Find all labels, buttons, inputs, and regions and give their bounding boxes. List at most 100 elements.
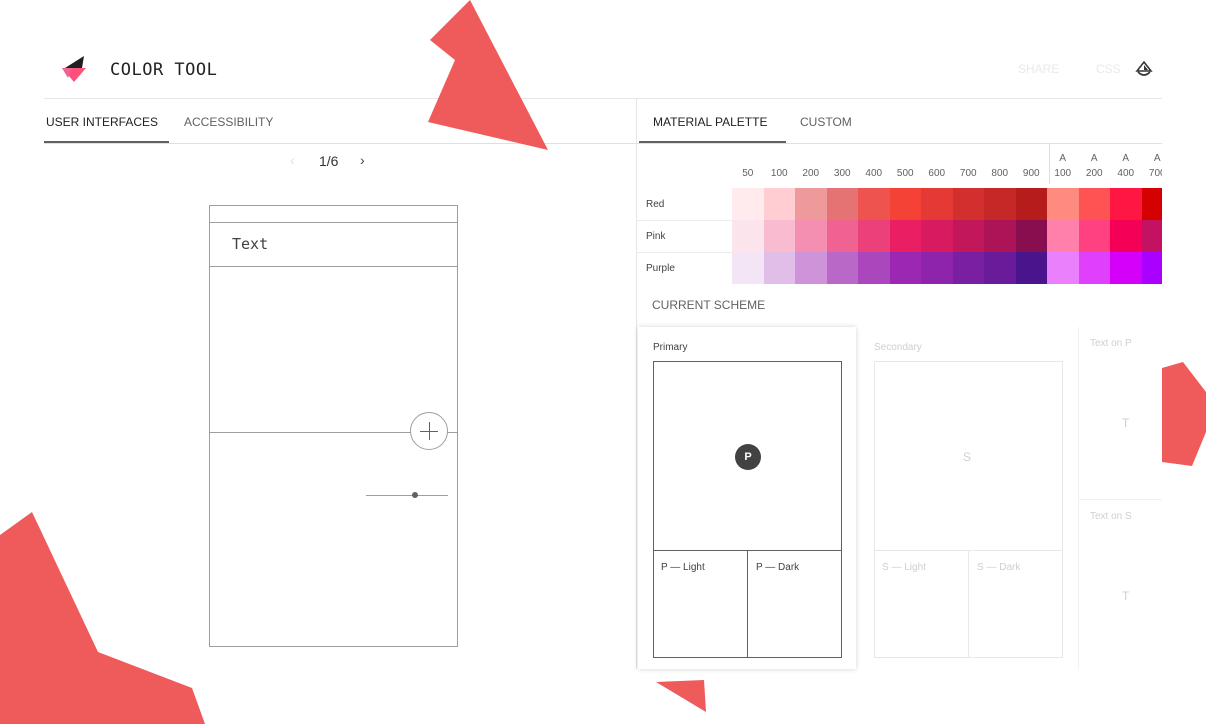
shade-header: 400 — [865, 168, 883, 179]
color-swatch[interactable] — [795, 252, 827, 284]
palette-swatch-row — [732, 252, 1162, 284]
color-swatch[interactable] — [952, 188, 984, 220]
preview-app-bar: Text — [210, 222, 457, 267]
color-swatch[interactable] — [826, 220, 858, 252]
color-swatch[interactable] — [1047, 252, 1079, 284]
slider-track — [366, 495, 448, 496]
css-button[interactable]: CSS — [1096, 62, 1121, 76]
color-swatch[interactable] — [921, 188, 953, 220]
color-swatch[interactable] — [1110, 188, 1142, 220]
accent-header-prefix: A — [1059, 153, 1067, 164]
accent-header: 200 — [1085, 168, 1103, 179]
color-swatch[interactable] — [952, 252, 984, 284]
app-header: COLOR TOOL SHARE CSS — [44, 40, 1162, 99]
right-tab-bar: MATERIAL PALETTE CUSTOM — [637, 99, 1162, 144]
shade-header: 600 — [928, 168, 946, 179]
accent-header-prefix: A — [1153, 153, 1161, 164]
color-swatch[interactable] — [889, 252, 921, 284]
secondary-badge: S — [963, 450, 972, 464]
color-swatch[interactable] — [889, 220, 921, 252]
preview-slider[interactable] — [366, 491, 448, 501]
material-palette-grid: 50 100 200 300 400 500 600 700 800 900 A 100 A 200 A 40… — [637, 144, 1162, 284]
color-swatch[interactable] — [1015, 188, 1047, 220]
color-swatch[interactable] — [732, 220, 764, 252]
shade-header: 100 — [770, 168, 788, 179]
palette-row-label: Red — [646, 199, 665, 210]
color-swatch[interactable] — [1110, 252, 1142, 284]
text-row-divider — [1078, 499, 1162, 500]
color-swatch[interactable] — [1141, 252, 1162, 284]
color-swatch[interactable] — [795, 220, 827, 252]
secondary-light-label: S — Light — [882, 562, 926, 573]
accent-header-prefix: A — [1122, 153, 1130, 164]
primary-label: Primary — [653, 342, 688, 353]
shade-header: 50 — [742, 168, 754, 179]
color-swatch[interactable] — [1141, 220, 1162, 252]
text-column-divider — [1078, 327, 1079, 669]
color-swatch[interactable] — [952, 220, 984, 252]
secondary-label: Secondary — [874, 342, 922, 353]
slider-thumb[interactable] — [412, 492, 419, 498]
color-swatch[interactable] — [858, 220, 890, 252]
color-swatch[interactable] — [732, 188, 764, 220]
left-tab-bar: USER INTERFACES ACCESSIBILITY — [44, 99, 636, 144]
color-swatch[interactable] — [1015, 252, 1047, 284]
prev-page-icon[interactable]: ‹ — [290, 152, 295, 168]
color-swatch[interactable] — [1110, 220, 1142, 252]
add-fab-icon[interactable] — [410, 412, 448, 450]
color-swatch[interactable] — [889, 188, 921, 220]
color-swatch[interactable] — [1141, 188, 1162, 220]
palette-row-label: Pink — [646, 231, 666, 242]
shade-header: 900 — [1022, 168, 1040, 179]
color-swatch[interactable] — [763, 188, 795, 220]
secondary-dark-label: S — Dark — [977, 562, 1021, 573]
palette-row-separator — [637, 252, 732, 253]
color-swatch[interactable] — [984, 220, 1016, 252]
color-swatch[interactable] — [858, 252, 890, 284]
color-swatch[interactable] — [1015, 220, 1047, 252]
color-swatch[interactable] — [984, 252, 1016, 284]
accent-header: 100 — [1054, 168, 1072, 179]
accent-header: 700 — [1148, 168, 1162, 179]
share-button[interactable]: SHARE — [1018, 62, 1059, 76]
color-swatch[interactable] — [826, 188, 858, 220]
color-swatch[interactable] — [1047, 188, 1079, 220]
preview-pager: ‹ 1/6 › — [290, 152, 390, 172]
preview-app-bar-title: Text — [232, 235, 269, 253]
accent-header-prefix: A — [1090, 153, 1098, 164]
shade-header: 200 — [802, 168, 820, 179]
color-swatch[interactable] — [732, 252, 764, 284]
color-swatch[interactable] — [826, 252, 858, 284]
tab-custom[interactable]: CUSTOM — [800, 115, 852, 129]
text-on-primary-sample: T — [1122, 416, 1130, 430]
color-swatch[interactable] — [1047, 220, 1079, 252]
next-page-icon[interactable]: › — [360, 152, 365, 168]
color-swatch[interactable] — [763, 220, 795, 252]
page-indicator: 1/6 — [319, 153, 339, 169]
shade-header: 800 — [991, 168, 1009, 179]
primary-badge: P — [735, 444, 761, 470]
color-swatch[interactable] — [921, 252, 953, 284]
theme-toggle-icon[interactable] — [1134, 59, 1154, 79]
palette-row-label: Purple — [646, 263, 675, 274]
palette-row-separator — [637, 220, 732, 221]
tab-user-interfaces[interactable]: USER INTERFACES — [46, 115, 158, 129]
tab-material-palette[interactable]: MATERIAL PALETTE — [653, 115, 767, 129]
app-title: COLOR TOOL — [110, 60, 218, 80]
active-tab-indicator — [44, 141, 169, 143]
decor-shape-bottom-left — [0, 512, 205, 724]
color-swatch[interactable] — [763, 252, 795, 284]
preview-status-bar — [210, 206, 457, 223]
color-swatch[interactable] — [1078, 252, 1110, 284]
palette-swatch-row — [732, 188, 1162, 220]
color-swatch[interactable] — [984, 188, 1016, 220]
current-scheme-heading: CURRENT SCHEME — [652, 298, 766, 312]
color-swatch[interactable] — [795, 188, 827, 220]
color-swatch[interactable] — [1078, 188, 1110, 220]
color-swatch[interactable] — [858, 188, 890, 220]
accent-header: 400 — [1117, 168, 1135, 179]
shade-header: 500 — [896, 168, 914, 179]
color-swatch[interactable] — [921, 220, 953, 252]
tab-accessibility[interactable]: ACCESSIBILITY — [184, 115, 273, 129]
color-swatch[interactable] — [1078, 220, 1110, 252]
